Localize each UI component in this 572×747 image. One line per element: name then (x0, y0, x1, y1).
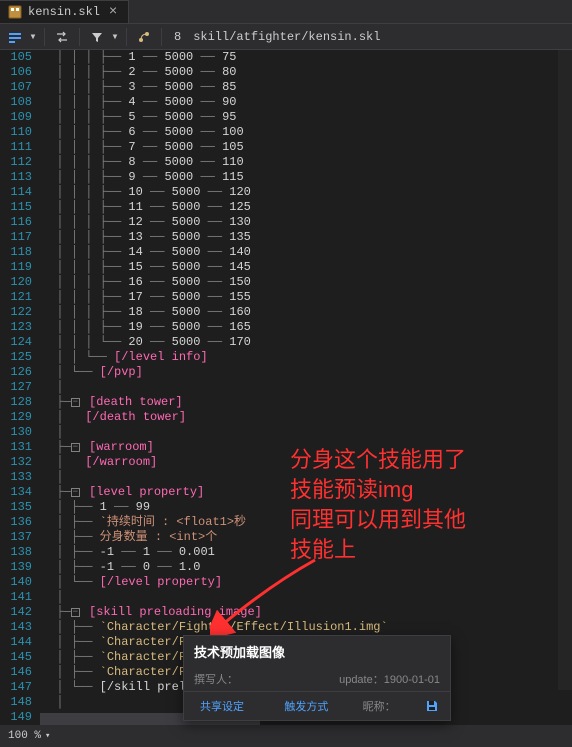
tab-bar: kensin.skl × (0, 0, 572, 24)
separator (79, 28, 80, 46)
popup-meta: 撰写人： update：1900-01-01 (184, 667, 450, 691)
expand-all-icon[interactable] (4, 26, 26, 48)
popup-actions: 共享设定 触发方式 昵称： (184, 691, 450, 720)
separator (44, 28, 45, 46)
breadcrumb-number: 8 (168, 30, 187, 44)
toolbar: ▾ ▾ 8 skill/atfighter/kensin.skl (0, 24, 572, 50)
zoom-level[interactable]: 100 % (8, 730, 41, 742)
filter-icon[interactable] (86, 26, 108, 48)
tooltip-popup: 技术预加载图像 撰写人： update：1900-01-01 共享设定 触发方式… (183, 635, 451, 721)
editor-area: 105 106 107 108 109 110 111 112 113 114 … (0, 50, 572, 725)
file-icon (8, 5, 22, 19)
breadcrumb-path[interactable]: skill/atfighter/kensin.skl (189, 30, 384, 44)
dropdown-icon[interactable]: ▾ (45, 731, 50, 741)
popup-title: 技术预加载图像 (184, 636, 450, 667)
dropdown-icon[interactable]: ▾ (28, 26, 38, 48)
share-link[interactable]: 共享设定 (194, 698, 250, 714)
status-bar: 100 % ▾ (0, 725, 572, 747)
vertical-scrollbar[interactable] (558, 50, 572, 690)
editor-tab[interactable]: kensin.skl × (0, 0, 129, 23)
separator (161, 28, 162, 46)
swap-icon[interactable] (51, 26, 73, 48)
tab-label: kensin.skl (28, 5, 100, 19)
nick-label: 昵称： (363, 698, 396, 714)
update-label: update：1900-01-01 (339, 671, 440, 687)
close-icon[interactable]: × (106, 5, 120, 19)
dropdown-icon[interactable]: ▾ (110, 26, 120, 48)
trigger-link[interactable]: 触发方式 (278, 698, 334, 714)
line-gutter: 105 106 107 108 109 110 111 112 113 114 … (0, 50, 38, 725)
author-label: 撰写人： (194, 671, 238, 687)
save-icon[interactable] (424, 698, 440, 714)
code-content[interactable]: │ │ │ ├── 1 ── 5000 ── 75 │ │ │ ├── 2 ──… (38, 50, 572, 725)
route-icon[interactable] (133, 26, 155, 48)
separator (126, 28, 127, 46)
